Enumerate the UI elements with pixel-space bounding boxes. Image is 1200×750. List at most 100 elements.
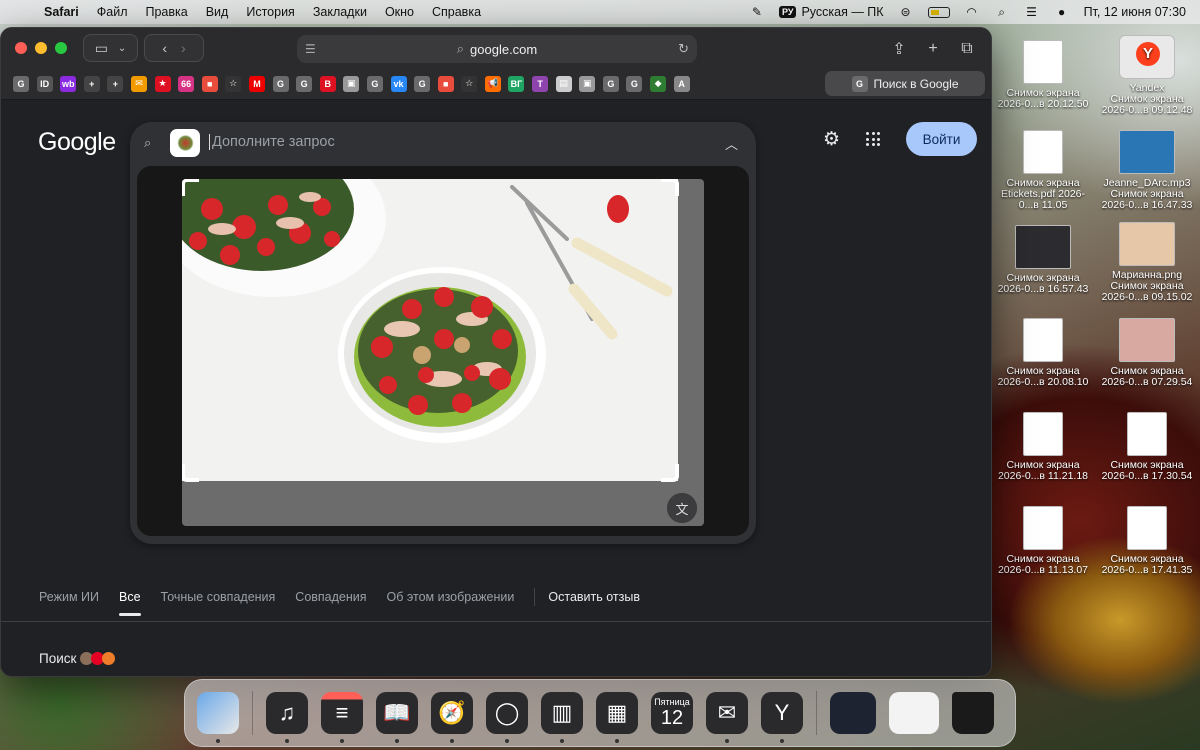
desktop-file-icon[interactable]: Снимок экрана 2026-0...в 16.57.43	[993, 225, 1093, 295]
calendar-icon[interactable]: Пятница 12	[651, 692, 693, 734]
messenger-icon[interactable]: ◯	[486, 692, 528, 743]
siri-icon[interactable]: ●	[1054, 5, 1070, 19]
crop-handle-bottom-left[interactable]	[182, 464, 199, 482]
bookmark-favicon-icon[interactable]: G	[366, 75, 383, 92]
sign-in-button[interactable]: Войти	[906, 122, 977, 156]
sidebar-toggle-button[interactable]: ▭ ⌄	[83, 34, 138, 62]
desktop-file-icon[interactable]: Снимок экрана 2026-0...в 17.41.35	[1097, 506, 1197, 576]
pencil-circle-icon[interactable]: ✎	[749, 5, 765, 19]
menu-bar-clock[interactable]: Пт, 12 июня 07:30	[1084, 5, 1186, 19]
desktop-file-icon[interactable]: Снимок экрана 2026-0...в 17.30.54	[1097, 412, 1197, 482]
bookmark-favicon-icon[interactable]: T	[532, 75, 549, 92]
bookmark-favicon-icon[interactable]: ▣	[343, 75, 360, 92]
battery-icon[interactable]	[927, 6, 950, 18]
tab-all[interactable]: Все	[118, 590, 141, 616]
notes-app-icon[interactable]: ≡	[321, 692, 363, 743]
desktop-file-icon[interactable]: Снимок экрана Etickets.pdf 2026-0...в 11.…	[993, 130, 1093, 211]
minimized-window-1[interactable]	[830, 692, 876, 734]
bookmark-favicon-icon[interactable]: 📢	[484, 75, 501, 92]
settings-gear-icon[interactable]: ⚙	[823, 128, 840, 151]
bookmark-favicon-icon[interactable]: ▣	[579, 75, 596, 92]
bookmark-favicon-icon[interactable]: B	[319, 75, 336, 92]
bookmark-favicon-icon[interactable]: G	[414, 75, 431, 92]
minimize-window-button[interactable]	[35, 42, 47, 54]
google-apps-icon[interactable]	[866, 132, 880, 146]
bookmark-favicon-icon[interactable]: G	[296, 75, 313, 92]
uploaded-image[interactable]: ⤢	[182, 179, 704, 526]
page-menu-icon[interactable]: ☰	[305, 42, 316, 56]
reload-icon[interactable]: ↻	[678, 41, 689, 57]
tab-overview-icon[interactable]: ⧉	[953, 35, 981, 63]
spotlight-search-icon[interactable]: ⌕	[994, 5, 1010, 19]
new-tab-icon[interactable]: +	[919, 35, 947, 63]
crop-selection[interactable]	[182, 179, 678, 481]
mail-icon[interactable]: ✉	[706, 692, 748, 743]
menu-item-view[interactable]: Вид	[197, 5, 238, 19]
forward-button[interactable]: ›	[181, 40, 186, 56]
yandex-browser-icon[interactable]: Y	[761, 692, 803, 743]
menu-item-history[interactable]: История	[237, 5, 303, 19]
input-source-menu[interactable]: РУ Русская — ПК	[778, 5, 884, 19]
spreadsheet-icon[interactable]: ▦	[596, 692, 638, 743]
search-input[interactable]: Дополните запрос	[209, 134, 335, 150]
bookmark-favicon-icon[interactable]: ■	[437, 75, 454, 92]
menu-app-name[interactable]: Safari	[44, 5, 88, 19]
menu-item-help[interactable]: Справка	[423, 5, 490, 19]
bookmark-favicon-icon[interactable]: ▤	[555, 75, 572, 92]
close-window-button[interactable]	[15, 42, 27, 54]
menu-item-file[interactable]: Файл	[88, 5, 137, 19]
menu-item-window[interactable]: Окно	[376, 5, 423, 19]
desktop-file-icon[interactable]: Jeanne_DArc.mp3 Снимок экрана 2026-0...в …	[1097, 130, 1197, 211]
tab-ai-mode[interactable]: Режим ИИ	[39, 590, 99, 604]
desktop-file-icon[interactable]: Снимок экрана 2026-0...в 20.08.10	[993, 318, 1093, 388]
bookmark-favicon-icon[interactable]: ☆	[225, 75, 242, 92]
bookmark-favicon-icon[interactable]: ВГ	[508, 75, 525, 92]
wifi-icon[interactable]: ◠	[964, 5, 980, 19]
bookmark-favicon-icon[interactable]: vk	[390, 75, 407, 92]
bookmark-favicon-icon[interactable]: ★	[154, 75, 171, 92]
crop-handle-bottom-right[interactable]	[661, 464, 679, 482]
desktop-file-icon[interactable]: YandexСнимок экрана 2026-0...в 09.12.48	[1097, 35, 1197, 116]
desktop-file-icon[interactable]: Снимок экрана 2026-0...в 20.12.50	[993, 40, 1093, 110]
control-center-icon[interactable]: ☰	[1024, 5, 1040, 19]
screen-mirroring-icon[interactable]: ⊜	[898, 5, 914, 19]
bookmark-favicon-icon[interactable]: G	[13, 75, 29, 92]
bookmark-favicon-icon[interactable]: ID	[36, 75, 53, 92]
desktop-file-icon[interactable]: Снимок экрана 2026-0...в 11.13.07	[993, 506, 1093, 576]
bookmark-favicon-icon[interactable]: G	[626, 75, 643, 92]
feedback-link[interactable]: Оставить отзыв	[548, 590, 640, 604]
tab-exact-matches[interactable]: Точные совпадения	[161, 590, 276, 604]
safari-icon[interactable]: 🧭	[431, 692, 473, 743]
desktop-file-icon[interactable]: Снимок экрана 2026-0...в 07.29.54	[1097, 318, 1197, 388]
tab-google-search[interactable]: G Поиск в Google	[825, 71, 985, 96]
bookmark-favicon-icon[interactable]: G	[272, 75, 289, 92]
crop-handle-top-left[interactable]	[182, 179, 199, 196]
bookmark-favicon-icon[interactable]: A	[673, 75, 690, 92]
finder-icon[interactable]	[197, 692, 239, 743]
music-icon[interactable]: ♫	[266, 692, 308, 743]
books-icon[interactable]: 📖	[376, 692, 418, 743]
bookmark-favicon-icon[interactable]: ◆	[650, 75, 667, 92]
bookmark-favicon-icon[interactable]: +	[83, 75, 100, 92]
bookmark-favicon-icon[interactable]: wb	[60, 75, 77, 92]
bookmark-favicon-icon[interactable]: ✉	[130, 75, 147, 92]
desktop-file-icon[interactable]: Марианна.png Снимок экрана 2026-0...в 09.…	[1097, 222, 1197, 303]
translate-icon[interactable]: 文	[667, 493, 697, 523]
trash-icon[interactable]	[952, 692, 994, 734]
bookmark-favicon-icon[interactable]: +	[107, 75, 124, 92]
menu-item-edit[interactable]: Правка	[136, 5, 196, 19]
crop-handle-top-right[interactable]	[661, 179, 679, 196]
minimized-window-2[interactable]	[889, 692, 939, 734]
query-image-thumbnail[interactable]	[170, 129, 200, 157]
back-button[interactable]: ‹	[162, 40, 167, 56]
bookmark-favicon-icon[interactable]: ☆	[461, 75, 478, 92]
bookmark-favicon-icon[interactable]: 66	[178, 75, 195, 92]
menu-item-bookmarks[interactable]: Закладки	[304, 5, 376, 19]
tab-about-image[interactable]: Об этом изображении	[387, 590, 515, 604]
bookmark-favicon-icon[interactable]: M	[248, 75, 265, 92]
bookmark-favicon-icon[interactable]: G	[602, 75, 619, 92]
chevron-up-icon[interactable]: ︿	[725, 134, 738, 153]
desktop-file-icon[interactable]: Снимок экрана 2026-0...в 11.21.18	[993, 412, 1093, 482]
zoom-window-button[interactable]	[55, 42, 67, 54]
share-icon[interactable]: ⇪	[885, 35, 913, 63]
